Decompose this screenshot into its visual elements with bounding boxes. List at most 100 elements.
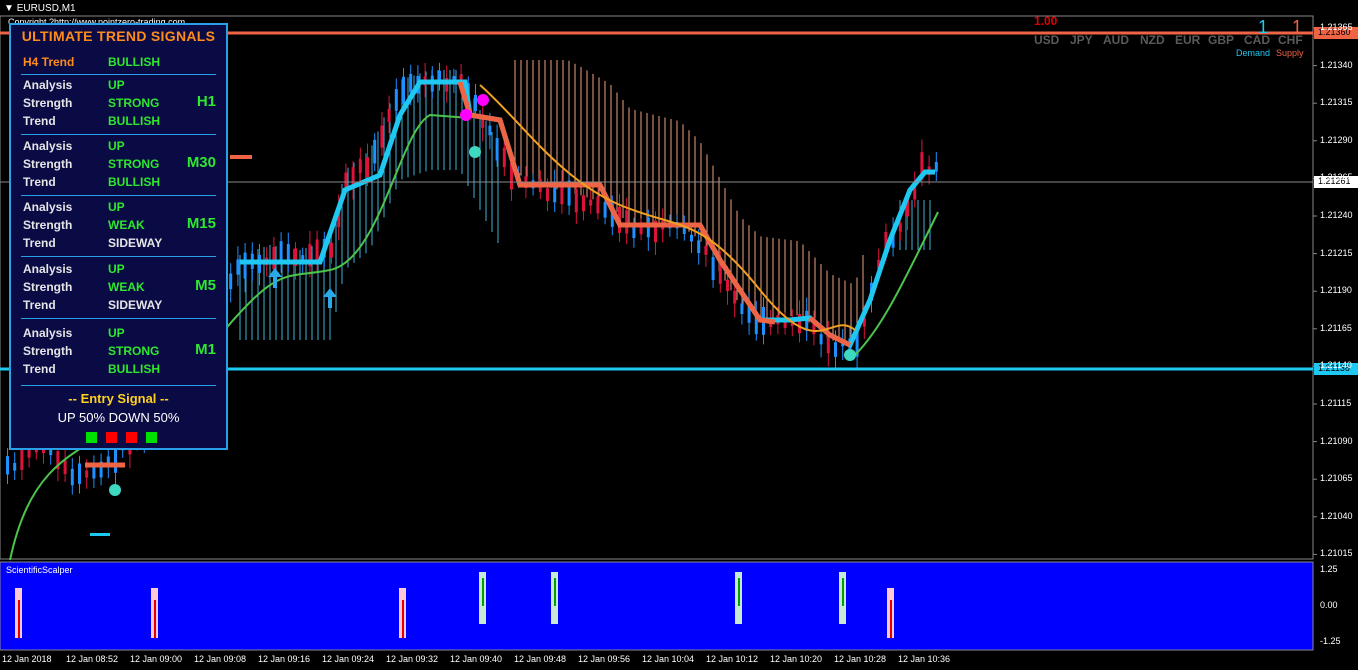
candle-body <box>603 202 607 218</box>
strength-value-m5: WEAK <box>108 280 145 294</box>
strength-label: Strength <box>23 96 73 110</box>
candle-body <box>272 246 276 270</box>
sell-dot <box>477 94 489 106</box>
scalper-sell-core <box>154 600 156 638</box>
candle-body <box>13 462 17 471</box>
demand-count: 1 <box>1258 17 1269 37</box>
scalper-buy-core <box>842 578 844 606</box>
scalper-sell-core <box>890 600 892 638</box>
trend-label: Trend <box>23 236 56 250</box>
currency-eur: EUR <box>1175 33 1201 47</box>
scalper-subwindow <box>0 561 1314 651</box>
candle-body <box>236 259 240 275</box>
trend-value-m1: BULLISH <box>108 362 160 376</box>
price-tick-label: 1.21140 <box>1320 360 1352 371</box>
candle-body <box>546 188 549 202</box>
arrow-up-icon <box>323 288 337 308</box>
strength-value-m15: WEAK <box>108 218 145 232</box>
dropdown-arrow-icon[interactable]: ▼ <box>4 3 14 14</box>
trend-label: Trend <box>23 298 56 312</box>
analysis-value-h1: UP <box>108 78 125 92</box>
time-tick-label: 12 Jan 09:40 <box>450 654 503 664</box>
time-tick-label: 12 Jan 10:12 <box>706 654 759 664</box>
trend-signals-panel: ULTIMATE TREND SIGNALS H4 Trend BULLISH … <box>9 23 228 450</box>
subwindow-title: ScientificScalper <box>6 565 73 575</box>
time-tick-label: 12 Jan 09:48 <box>514 654 567 664</box>
trend-value-m15: SIDEWAY <box>108 236 163 250</box>
candle-body <box>834 342 837 357</box>
time-tick-label: 12 Jan 09:56 <box>578 654 631 664</box>
candle-body <box>409 73 413 93</box>
candle-body <box>690 234 693 242</box>
strength-label: Strength <box>23 344 73 358</box>
candle-body <box>380 125 384 148</box>
moving-average <box>854 211 939 356</box>
currency-gbp: GBP <box>1208 33 1235 47</box>
candle-body <box>704 245 708 255</box>
separator <box>21 195 216 196</box>
signal-dot <box>844 349 856 361</box>
candle-body <box>697 240 701 254</box>
strength-value-h1: STRONG <box>108 96 160 110</box>
candle-body <box>740 303 744 315</box>
sell-dot <box>460 109 472 121</box>
candle-body <box>488 125 492 136</box>
price-tick-label: 1.21165 <box>1320 322 1352 333</box>
price-tick-label: 1.21065 <box>1320 473 1353 484</box>
candle-body <box>495 138 499 161</box>
price-tick-label: 1.21290 <box>1320 134 1353 145</box>
time-tick-label: 12 Jan 09:32 <box>386 654 439 664</box>
chart-window-title: ▼ EURUSD,M1 <box>4 3 76 14</box>
signal-line <box>479 84 856 332</box>
price-tick-label: 1.21240 <box>1320 210 1353 220</box>
candle-body <box>934 162 938 172</box>
price-tick-label: 1.21090 <box>1320 435 1353 446</box>
panel-title: ULTIMATE TREND SIGNALS <box>21 28 216 44</box>
time-tick-label: 12 Jan 2018 <box>2 654 52 664</box>
separator <box>21 385 216 386</box>
currency-nzd: NZD <box>1140 33 1165 47</box>
supply-marker <box>230 155 252 159</box>
candle-body <box>344 172 348 188</box>
analysis-value-m15: UP <box>108 200 125 214</box>
price-tick-label: 1.21190 <box>1320 285 1352 296</box>
price-tick-label: 1.21015 <box>1320 548 1353 559</box>
candle-body <box>726 279 729 292</box>
candle-body <box>819 334 823 345</box>
scalper-buy-core <box>554 578 556 606</box>
currency-usd: USD <box>1034 33 1060 47</box>
candle-body <box>589 199 593 206</box>
entry-square-1 <box>106 432 117 443</box>
price-tick-label: 1.21215 <box>1320 247 1353 258</box>
price-tick-label: 1.21040 <box>1320 510 1353 521</box>
entry-signal-percent: UP 50% DOWN 50% <box>57 410 180 425</box>
timeframe-label-m5: M5 <box>195 277 216 294</box>
time-tick-label: 12 Jan 10:04 <box>642 654 695 664</box>
demand-label: Demand <box>1236 48 1271 58</box>
time-tick-label: 12 Jan 10:28 <box>834 654 887 664</box>
candle-body <box>20 446 24 470</box>
entry-square-0 <box>86 432 97 443</box>
candle-body <box>70 468 74 486</box>
timeframe-label-m30: M30 <box>186 154 216 171</box>
trend-value-m5: SIDEWAY <box>108 298 163 312</box>
candle-body <box>85 470 89 478</box>
analysis-label: Analysis <box>23 139 73 153</box>
candle-body <box>625 210 629 234</box>
candle-body <box>596 196 600 214</box>
entry-square-3 <box>146 432 157 443</box>
candle-body <box>474 94 477 112</box>
candle-body <box>733 290 737 304</box>
time-tick-label: 12 Jan 09:00 <box>130 654 183 664</box>
time-tick-label: 12 Jan 09:08 <box>194 654 247 664</box>
sub-scale-mid: 0.00 <box>1320 600 1338 610</box>
analysis-label: Analysis <box>23 262 73 276</box>
time-tick-label: 12 Jan 10:36 <box>898 654 951 664</box>
candle-body <box>574 189 578 213</box>
strength-label: Strength <box>23 157 73 171</box>
separator <box>21 318 216 319</box>
trend-label: Trend <box>23 114 56 128</box>
signal-dot <box>469 146 481 158</box>
price-tick-label: 1.21265 <box>1320 172 1353 183</box>
scalper-sell-core <box>402 600 404 638</box>
